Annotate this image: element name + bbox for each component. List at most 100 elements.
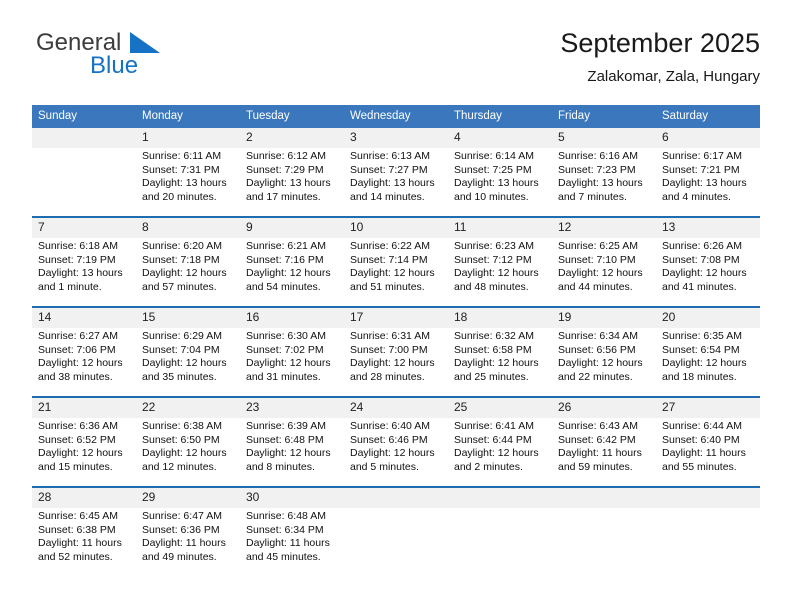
daylight-text: Daylight: 13 hours <box>662 177 747 190</box>
day-cell-number[interactable]: 2 <box>240 128 344 148</box>
day-cell-details[interactable]: Sunrise: 6:31 AM Sunset: 7:00 PM Dayligh… <box>344 328 448 396</box>
day-cell-details[interactable]: Sunrise: 6:34 AM Sunset: 6:56 PM Dayligh… <box>552 328 656 396</box>
weekday-header-monday: Monday <box>136 105 240 128</box>
sunrise-text: Sunrise: 6:39 AM <box>246 420 326 432</box>
sunrise-text: Sunrise: 6:44 AM <box>662 420 742 432</box>
day-cell-number[interactable]: 6 <box>656 128 760 148</box>
day-cell-details[interactable]: Sunrise: 6:30 AM Sunset: 7:02 PM Dayligh… <box>240 328 344 396</box>
day-cell-number[interactable] <box>448 488 552 508</box>
daylight-text-2: and 18 minutes. <box>662 370 737 383</box>
day-cell-details[interactable]: Sunrise: 6:13 AM Sunset: 7:27 PM Dayligh… <box>344 148 448 216</box>
day-cell-details[interactable]: Sunrise: 6:16 AM Sunset: 7:23 PM Dayligh… <box>552 148 656 216</box>
daylight-text: Daylight: 12 hours <box>662 357 747 370</box>
sunset-text: Sunset: 7:08 PM <box>662 253 740 266</box>
day-cell-details[interactable] <box>448 508 552 576</box>
day-cell-details[interactable]: Sunrise: 6:32 AM Sunset: 6:58 PM Dayligh… <box>448 328 552 396</box>
day-cell-details[interactable]: Sunrise: 6:40 AM Sunset: 6:46 PM Dayligh… <box>344 418 448 486</box>
day-cell-number[interactable]: 20 <box>656 308 760 328</box>
week-2-details: Sunrise: 6:18 AM Sunset: 7:19 PM Dayligh… <box>32 238 760 306</box>
sunrise-text: Sunrise: 6:29 AM <box>142 330 222 342</box>
day-cell-details[interactable]: Sunrise: 6:21 AM Sunset: 7:16 PM Dayligh… <box>240 238 344 306</box>
sunset-text: Sunset: 7:18 PM <box>142 253 220 266</box>
sunset-text: Sunset: 6:40 PM <box>662 433 740 446</box>
day-cell-details[interactable]: Sunrise: 6:45 AM Sunset: 6:38 PM Dayligh… <box>32 508 136 576</box>
day-cell-number[interactable]: 29 <box>136 488 240 508</box>
weekday-header-tuesday: Tuesday <box>240 105 344 128</box>
day-cell-number[interactable] <box>32 128 136 148</box>
day-cell-number[interactable]: 28 <box>32 488 136 508</box>
day-cell-details[interactable]: Sunrise: 6:12 AM Sunset: 7:29 PM Dayligh… <box>240 148 344 216</box>
daylight-text: Daylight: 12 hours <box>558 357 643 370</box>
day-cell-number[interactable]: 21 <box>32 398 136 418</box>
day-cell-number[interactable]: 24 <box>344 398 448 418</box>
daylight-text-2: and 55 minutes. <box>662 460 737 473</box>
day-cell-number[interactable]: 11 <box>448 218 552 238</box>
day-cell-details[interactable]: Sunrise: 6:47 AM Sunset: 6:36 PM Dayligh… <box>136 508 240 576</box>
day-cell-details[interactable]: Sunrise: 6:14 AM Sunset: 7:25 PM Dayligh… <box>448 148 552 216</box>
day-cell-number[interactable] <box>552 488 656 508</box>
day-cell-number[interactable]: 5 <box>552 128 656 148</box>
day-cell-details[interactable]: Sunrise: 6:11 AM Sunset: 7:31 PM Dayligh… <box>136 148 240 216</box>
weekday-header-saturday: Saturday <box>656 105 760 128</box>
day-cell-details[interactable]: Sunrise: 6:35 AM Sunset: 6:54 PM Dayligh… <box>656 328 760 396</box>
day-cell-details[interactable]: Sunrise: 6:22 AM Sunset: 7:14 PM Dayligh… <box>344 238 448 306</box>
day-cell-details[interactable]: Sunrise: 6:44 AM Sunset: 6:40 PM Dayligh… <box>656 418 760 486</box>
page-subtitle: Zalakomar, Zala, Hungary <box>587 68 760 85</box>
day-cell-number[interactable]: 23 <box>240 398 344 418</box>
day-cell-number[interactable]: 12 <box>552 218 656 238</box>
calendar-body: 1 2 3 4 5 6 Sunrise: 6:11 AM Sunset: 7:3… <box>32 128 760 576</box>
day-cell-details[interactable] <box>344 508 448 576</box>
day-cell-number[interactable]: 16 <box>240 308 344 328</box>
day-cell-number[interactable]: 18 <box>448 308 552 328</box>
day-cell-details[interactable]: Sunrise: 6:39 AM Sunset: 6:48 PM Dayligh… <box>240 418 344 486</box>
day-cell-details[interactable]: Sunrise: 6:48 AM Sunset: 6:34 PM Dayligh… <box>240 508 344 576</box>
daylight-text: Daylight: 13 hours <box>246 177 331 190</box>
sunset-text: Sunset: 6:50 PM <box>142 433 220 446</box>
day-cell-details[interactable]: Sunrise: 6:18 AM Sunset: 7:19 PM Dayligh… <box>32 238 136 306</box>
day-cell-number[interactable]: 8 <box>136 218 240 238</box>
day-cell-number[interactable]: 17 <box>344 308 448 328</box>
sunrise-text: Sunrise: 6:30 AM <box>246 330 326 342</box>
day-cell-number[interactable] <box>344 488 448 508</box>
daylight-text: Daylight: 12 hours <box>350 267 435 280</box>
day-cell-details[interactable] <box>552 508 656 576</box>
day-cell-number[interactable]: 19 <box>552 308 656 328</box>
sunrise-text: Sunrise: 6:13 AM <box>350 150 430 162</box>
day-cell-details[interactable] <box>32 148 136 216</box>
day-cell-number[interactable]: 30 <box>240 488 344 508</box>
day-cell-details[interactable] <box>656 508 760 576</box>
sunrise-text: Sunrise: 6:41 AM <box>454 420 534 432</box>
daylight-text-2: and 31 minutes. <box>246 370 321 383</box>
day-cell-number[interactable]: 3 <box>344 128 448 148</box>
day-cell-number[interactable]: 25 <box>448 398 552 418</box>
day-cell-details[interactable]: Sunrise: 6:43 AM Sunset: 6:42 PM Dayligh… <box>552 418 656 486</box>
day-cell-number[interactable]: 22 <box>136 398 240 418</box>
day-cell-details[interactable]: Sunrise: 6:23 AM Sunset: 7:12 PM Dayligh… <box>448 238 552 306</box>
day-cell-details[interactable]: Sunrise: 6:20 AM Sunset: 7:18 PM Dayligh… <box>136 238 240 306</box>
day-cell-details[interactable]: Sunrise: 6:25 AM Sunset: 7:10 PM Dayligh… <box>552 238 656 306</box>
day-cell-details[interactable]: Sunrise: 6:41 AM Sunset: 6:44 PM Dayligh… <box>448 418 552 486</box>
daylight-text: Daylight: 11 hours <box>662 447 746 460</box>
week-2-daynumbers: 7 8 9 10 11 12 13 <box>32 218 760 238</box>
daylight-text-2: and 35 minutes. <box>142 370 217 383</box>
day-cell-number[interactable]: 14 <box>32 308 136 328</box>
day-cell-number[interactable]: 4 <box>448 128 552 148</box>
day-cell-details[interactable]: Sunrise: 6:36 AM Sunset: 6:52 PM Dayligh… <box>32 418 136 486</box>
day-cell-number[interactable] <box>656 488 760 508</box>
day-cell-details[interactable]: Sunrise: 6:27 AM Sunset: 7:06 PM Dayligh… <box>32 328 136 396</box>
day-cell-details[interactable]: Sunrise: 6:26 AM Sunset: 7:08 PM Dayligh… <box>656 238 760 306</box>
day-cell-details[interactable]: Sunrise: 6:38 AM Sunset: 6:50 PM Dayligh… <box>136 418 240 486</box>
brand-logo[interactable]: General Blue <box>32 26 272 88</box>
sunset-text: Sunset: 6:42 PM <box>558 433 636 446</box>
day-cell-number[interactable]: 10 <box>344 218 448 238</box>
day-cell-number[interactable]: 7 <box>32 218 136 238</box>
day-cell-details[interactable]: Sunrise: 6:29 AM Sunset: 7:04 PM Dayligh… <box>136 328 240 396</box>
day-cell-number[interactable]: 27 <box>656 398 760 418</box>
day-cell-details[interactable]: Sunrise: 6:17 AM Sunset: 7:21 PM Dayligh… <box>656 148 760 216</box>
day-cell-number[interactable]: 15 <box>136 308 240 328</box>
day-cell-number[interactable]: 26 <box>552 398 656 418</box>
day-cell-number[interactable]: 13 <box>656 218 760 238</box>
daylight-text: Daylight: 13 hours <box>142 177 227 190</box>
day-cell-number[interactable]: 9 <box>240 218 344 238</box>
day-cell-number[interactable]: 1 <box>136 128 240 148</box>
